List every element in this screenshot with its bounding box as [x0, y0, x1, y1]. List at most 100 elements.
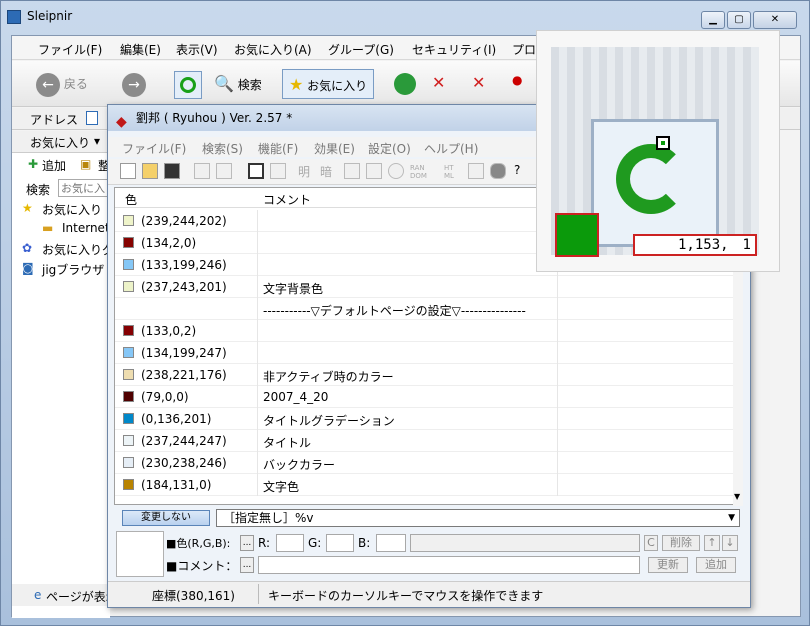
- menu-security[interactable]: セキュリティ(I): [412, 41, 496, 58]
- table-row[interactable]: (184,131,0) 文字色: [115, 474, 733, 496]
- b-input[interactable]: [376, 534, 406, 552]
- ryuhou-menu-help[interactable]: ヘルプ(H): [424, 140, 478, 157]
- menu-edit[interactable]: 編集(E): [120, 41, 161, 58]
- g-input[interactable]: [326, 534, 354, 552]
- ryuhou-menu-search[interactable]: 検索(S): [202, 140, 243, 157]
- sidebar-search-input[interactable]: [58, 179, 110, 197]
- menu-view[interactable]: 表示(V): [176, 41, 218, 58]
- r-input[interactable]: [276, 534, 304, 552]
- no-change-button[interactable]: 変更しない: [122, 510, 210, 526]
- delete-button[interactable]: 削除: [662, 535, 700, 551]
- c-button[interactable]: C: [644, 535, 658, 551]
- rgb-picker-button[interactable]: ...: [240, 535, 254, 551]
- favorites-button[interactable]: ★ お気に入り: [282, 69, 375, 99]
- swap-icon[interactable]: [468, 163, 484, 179]
- column-divider: [257, 452, 258, 474]
- table-row[interactable]: (237,243,201) 文字背景色: [115, 276, 733, 298]
- sidebar-item-fav-group[interactable]: お気に入りグ: [42, 241, 114, 258]
- zoom-readout: 1,153, 1: [633, 234, 757, 256]
- speed-dial-icon[interactable]: [394, 73, 416, 95]
- add-favorite-button[interactable]: 追加: [42, 157, 66, 174]
- forward-button[interactable]: →: [122, 69, 146, 99]
- save-icon[interactable]: [164, 163, 180, 179]
- menu-file[interactable]: ファイル(F): [38, 41, 102, 58]
- g-label: G:: [308, 536, 322, 550]
- minimize-button[interactable]: ▁: [701, 11, 725, 29]
- table-row[interactable]: (230,238,246) バックカラー: [115, 452, 733, 474]
- comment-value: 非アクティブ時のカラー: [263, 370, 394, 384]
- sidebar-item-internet[interactable]: Internet: [62, 221, 110, 235]
- web-color-icon[interactable]: [388, 163, 404, 179]
- language-flag-icon[interactable]: ●: [512, 73, 536, 95]
- menu-more[interactable]: プロ: [512, 41, 536, 58]
- address-label: アドレス: [30, 113, 79, 127]
- column-divider: [257, 474, 258, 496]
- random-button[interactable]: RAN DOM: [410, 164, 427, 180]
- color-preview: [116, 531, 164, 577]
- format-combo-value: ［指定無し］%v: [223, 511, 314, 525]
- select-icon[interactable]: [270, 163, 286, 179]
- close-button[interactable]: ✕: [753, 11, 797, 29]
- close-tab-icon[interactable]: ✕: [432, 73, 456, 95]
- table-row[interactable]: (133,0,2): [115, 320, 733, 342]
- update-button[interactable]: 更新: [648, 557, 688, 573]
- ryuhou-menu-settings[interactable]: 設定(O): [368, 140, 411, 157]
- rgb-value: (237,244,247): [141, 434, 227, 448]
- question-icon[interactable]: ?: [514, 163, 520, 177]
- darker-button[interactable]: 暗: [320, 163, 332, 180]
- color-swatch: [123, 457, 134, 468]
- table-row[interactable]: (0,136,201) タイトルグラデーション: [115, 408, 733, 430]
- comment-label: ■コメント：: [166, 559, 238, 573]
- menu-favorites[interactable]: お気に入り(A): [234, 41, 312, 58]
- column-divider: [257, 276, 258, 298]
- open-folder-icon[interactable]: [142, 163, 158, 179]
- grid-icon[interactable]: [344, 163, 360, 179]
- comment-picker-button[interactable]: ...: [240, 557, 254, 573]
- add-plus-icon: ✚: [28, 157, 39, 171]
- sidebar-item-jig[interactable]: jigブラウザ: [42, 261, 104, 278]
- brighter-button[interactable]: 明: [298, 163, 310, 180]
- ryuhou-menu-file[interactable]: ファイル(F): [122, 140, 186, 157]
- column-divider: [257, 254, 258, 276]
- table-row[interactable]: (79,0,0) 2007_4_20: [115, 386, 733, 408]
- sleipnir-app-icon: [7, 9, 21, 24]
- back-button[interactable]: ← 戻る: [36, 69, 88, 99]
- move-up-button[interactable]: ↑: [704, 535, 720, 551]
- maximize-button[interactable]: ▢: [727, 11, 751, 29]
- find-icon[interactable]: [194, 163, 210, 179]
- folder-icon: ▬: [42, 221, 54, 235]
- table-row[interactable]: (134,199,247): [115, 342, 733, 364]
- palette-icon[interactable]: [490, 163, 506, 179]
- table-row[interactable]: -----------▽デフォルトページの設定▽---------------: [115, 298, 733, 320]
- ryuhou-app-icon: ◆: [116, 114, 127, 130]
- eyedropper-icon[interactable]: [248, 163, 264, 179]
- jig-icon: ◙: [22, 261, 34, 275]
- column-comment[interactable]: コメント: [263, 191, 311, 208]
- add-button[interactable]: 追加: [696, 557, 736, 573]
- sidebar-item-favorites[interactable]: お気に入り: [42, 201, 102, 218]
- star-icon: ★: [289, 75, 304, 94]
- close-others-icon[interactable]: ✕: [472, 73, 496, 95]
- refresh-icon: [180, 77, 196, 93]
- new-file-icon[interactable]: [120, 163, 136, 179]
- comment-value: 2007_4_20: [263, 390, 329, 404]
- column-divider: [557, 320, 558, 342]
- refresh-button[interactable]: [174, 71, 202, 99]
- square-icon[interactable]: [366, 163, 382, 179]
- menu-group[interactable]: グループ(G): [328, 41, 394, 58]
- table-row[interactable]: (237,244,247) タイトル: [115, 430, 733, 452]
- column-divider: [557, 452, 558, 474]
- ryuhou-menu-function[interactable]: 機能(F): [258, 140, 298, 157]
- search-button[interactable]: 🔍 検索: [214, 69, 262, 99]
- find-next-icon[interactable]: [216, 163, 232, 179]
- move-down-button[interactable]: ↓: [722, 535, 738, 551]
- table-row[interactable]: (238,221,176) 非アクティブ時のカラー: [115, 364, 733, 386]
- sidebar-tab[interactable]: お気に入り ▾: [12, 131, 110, 153]
- rgb-value: (79,0,0): [141, 390, 189, 404]
- ryuhou-menu-effect[interactable]: 効果(E): [314, 140, 355, 157]
- column-color[interactable]: 色: [125, 191, 137, 208]
- html-button[interactable]: HT ML: [444, 164, 454, 180]
- window-title-bar: Sleipnir: [7, 1, 72, 31]
- format-combo[interactable]: ［指定無し］%v ▼: [216, 509, 740, 527]
- comment-input[interactable]: [258, 556, 640, 574]
